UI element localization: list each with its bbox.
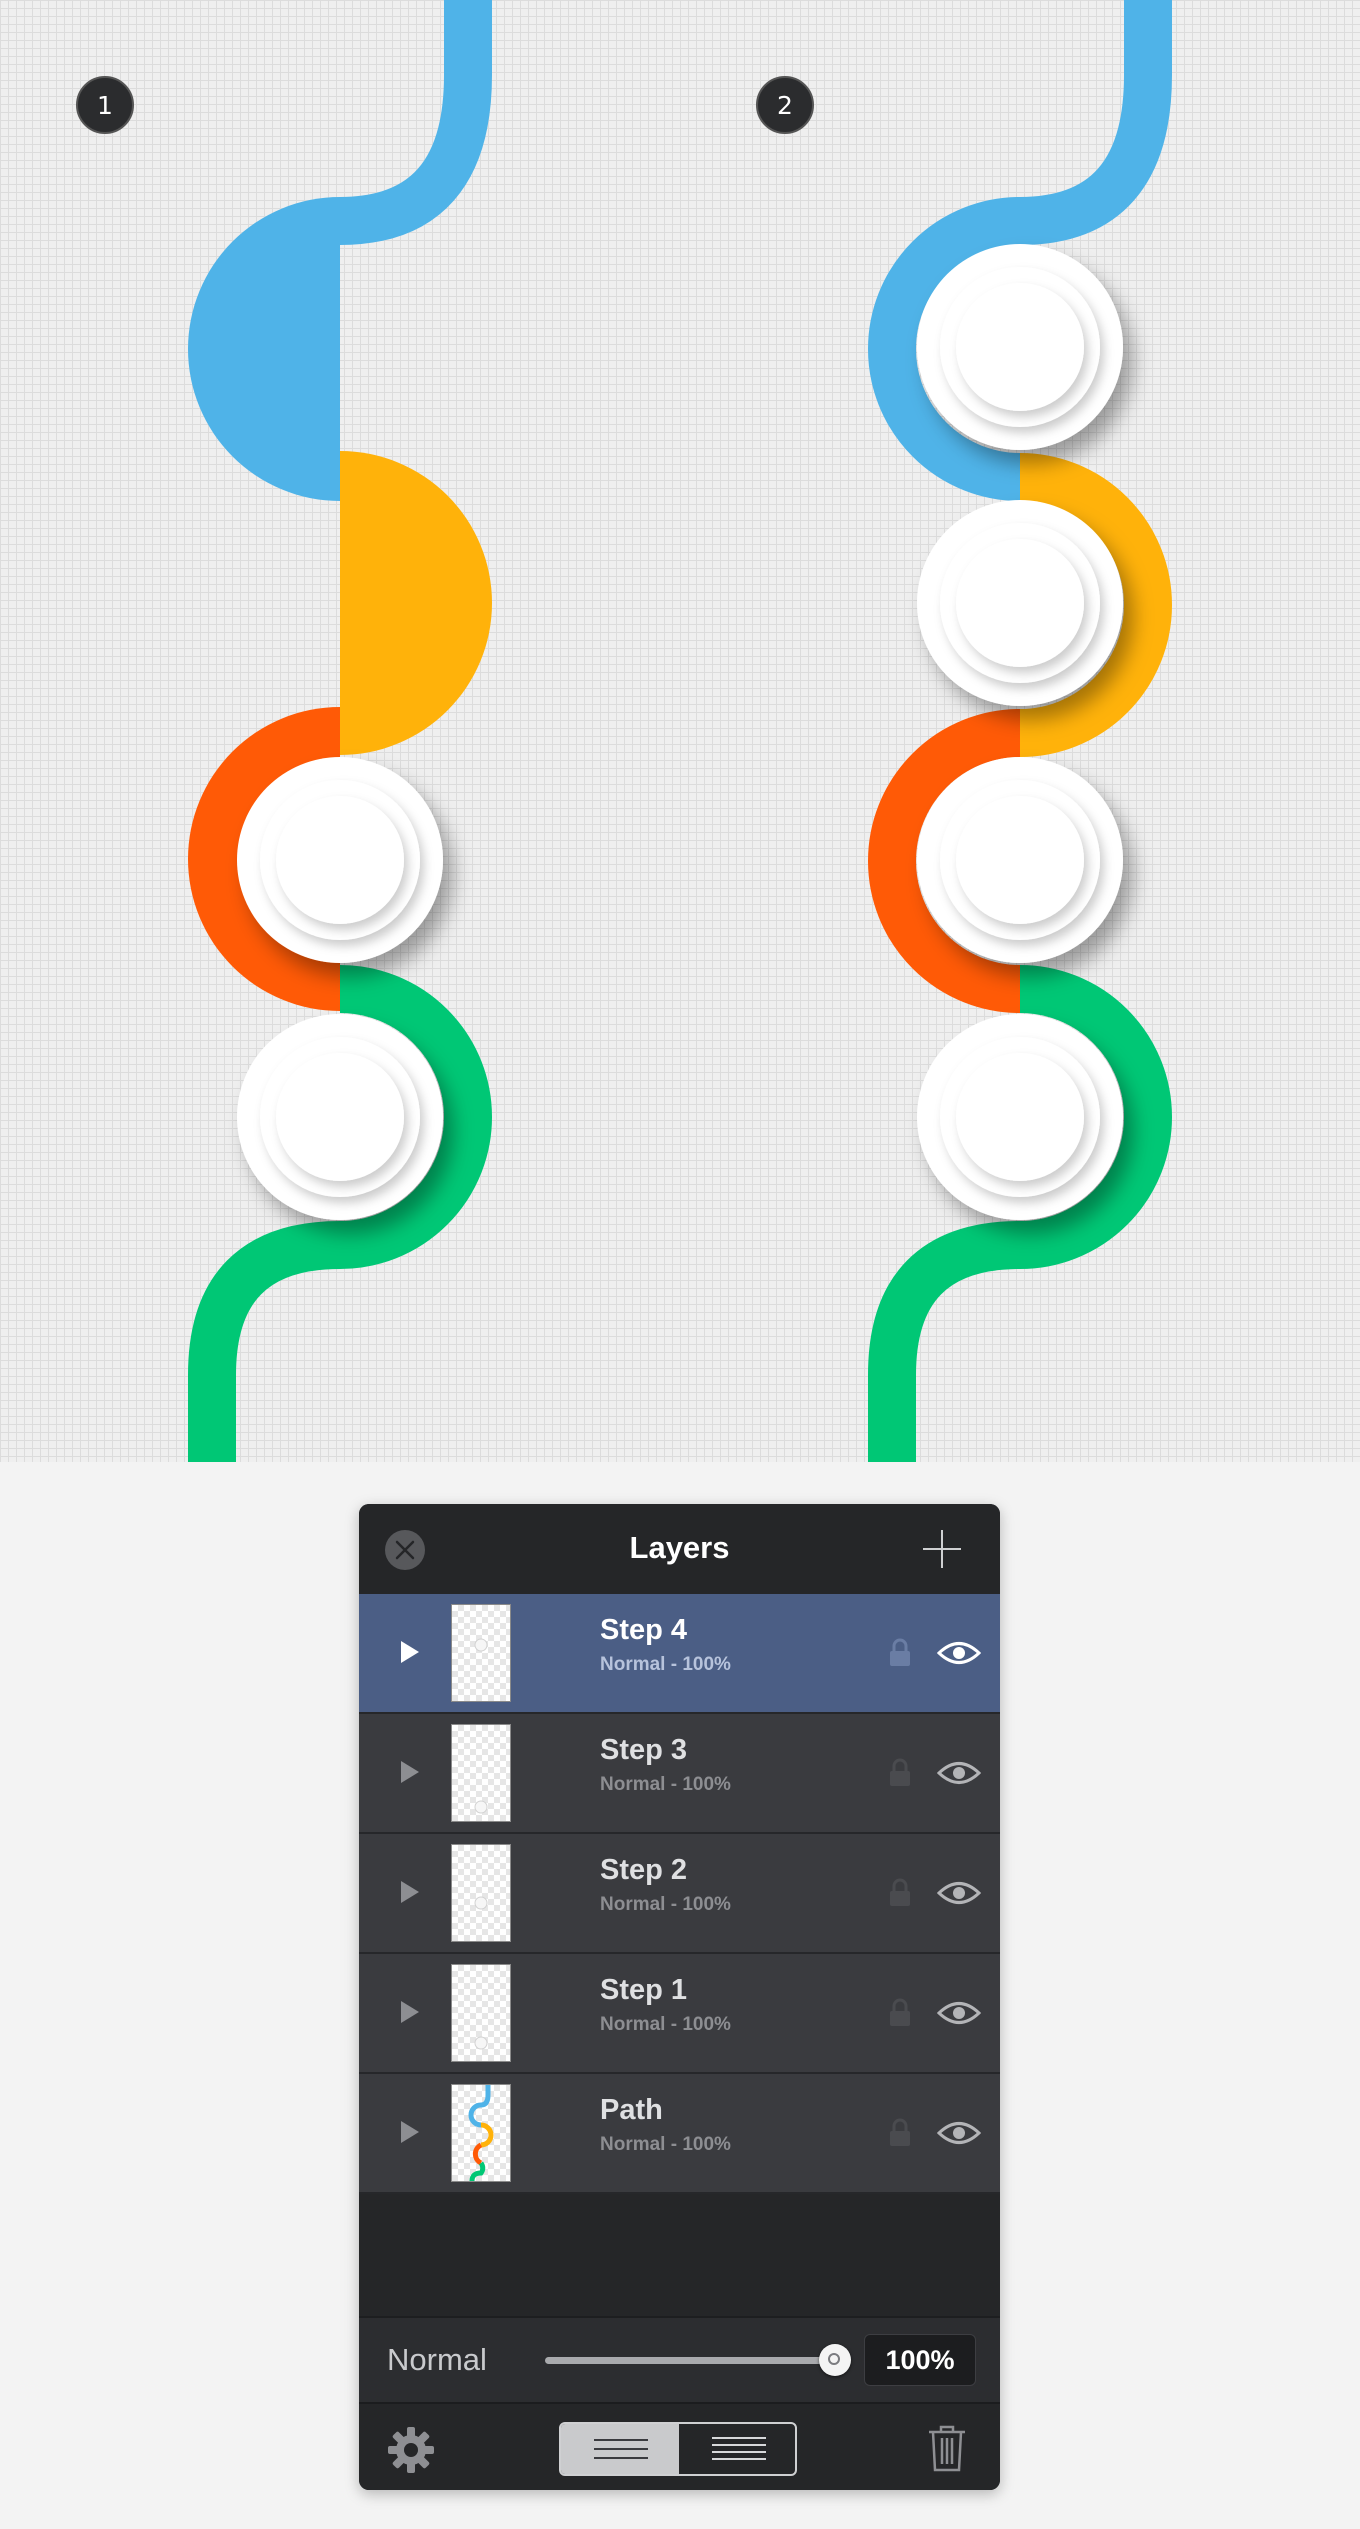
add-layer-button[interactable] bbox=[919, 1526, 965, 1572]
layer-row[interactable]: Step 4 Normal - 100% bbox=[359, 1594, 1000, 1714]
layer-row[interactable]: Step 2 Normal - 100% bbox=[359, 1834, 1000, 1954]
lock-icon[interactable] bbox=[887, 1998, 913, 2028]
list-view-icon bbox=[594, 2439, 648, 2459]
view-toggle bbox=[559, 2422, 797, 2476]
eye-icon[interactable] bbox=[937, 1758, 981, 1788]
yellow-half-circle bbox=[340, 451, 492, 755]
round-button-center bbox=[276, 796, 404, 924]
opacity-input[interactable]: 100% bbox=[864, 2334, 976, 2386]
round-button-center bbox=[956, 539, 1084, 667]
step-badge-2: 2 bbox=[756, 76, 814, 134]
opacity-slider-knob[interactable] bbox=[819, 2344, 851, 2376]
opacity-slider[interactable] bbox=[545, 2344, 851, 2378]
layer-name: Step 4 bbox=[600, 1614, 688, 1646]
delete-layer-button[interactable] bbox=[925, 2422, 969, 2474]
layer-row[interactable]: Step 3 Normal - 100% bbox=[359, 1714, 1000, 1834]
layers-panel: Layers Step 4 Normal - 100% Step 3 Normal -… bbox=[359, 1504, 1000, 2490]
blue-path-top bbox=[339, 0, 492, 245]
step-badge-1: 1 bbox=[76, 76, 134, 134]
eye-icon[interactable] bbox=[937, 1878, 981, 1908]
layer-row[interactable]: Path Normal - 100% bbox=[359, 2074, 1000, 2194]
settings-button[interactable] bbox=[385, 2424, 437, 2476]
lock-icon[interactable] bbox=[887, 1758, 913, 1788]
eye-icon[interactable] bbox=[937, 2118, 981, 2148]
expand-arrow-icon[interactable] bbox=[397, 1999, 421, 2025]
artboard-canvas: 1 2 bbox=[0, 0, 1360, 1462]
close-button[interactable] bbox=[385, 1530, 425, 1570]
lock-icon[interactable] bbox=[887, 1638, 913, 1668]
plus-icon bbox=[923, 1530, 961, 1568]
round-button-center bbox=[956, 796, 1084, 924]
opacity-slider-track bbox=[545, 2357, 835, 2364]
layer-blend-info: Normal - 100% bbox=[600, 2134, 731, 2155]
round-button-center bbox=[276, 1053, 404, 1181]
blue-path-top bbox=[1019, 0, 1172, 245]
layer-name: Step 3 bbox=[600, 1734, 688, 1766]
illustration-step-2 bbox=[868, 0, 1172, 1462]
panel-header: Layers bbox=[359, 1504, 1000, 1594]
illustration: 1 2 bbox=[76, 0, 1172, 1462]
list-view-icon bbox=[712, 2437, 766, 2460]
expand-arrow-icon[interactable] bbox=[397, 1759, 421, 1785]
layer-thumbnail bbox=[451, 1604, 511, 1702]
illustration-step-1 bbox=[188, 0, 492, 1462]
round-button-center bbox=[956, 1053, 1084, 1181]
blend-bar: Normal 100% bbox=[359, 2316, 1000, 2404]
layer-row[interactable]: Step 1 Normal - 100% bbox=[359, 1954, 1000, 2074]
view-toggle-expanded[interactable] bbox=[679, 2424, 795, 2474]
step-badge-label: 1 bbox=[97, 91, 113, 120]
layer-blend-info: Normal - 100% bbox=[600, 1654, 731, 1675]
eye-icon[interactable] bbox=[937, 1638, 981, 1668]
green-path-bottom bbox=[868, 1221, 1021, 1462]
step-badge-label: 2 bbox=[777, 91, 793, 120]
round-button-center bbox=[956, 283, 1084, 411]
green-path-bottom bbox=[188, 1221, 341, 1462]
layer-thumbnail bbox=[451, 1844, 511, 1942]
layer-blend-info: Normal - 100% bbox=[600, 1894, 731, 1915]
layer-list: Step 4 Normal - 100% Step 3 Normal - 100% St… bbox=[359, 1594, 1000, 2194]
expand-arrow-icon[interactable] bbox=[397, 2119, 421, 2145]
blend-mode-select[interactable]: Normal bbox=[387, 2342, 487, 2378]
trash-icon bbox=[929, 2425, 965, 2472]
view-toggle-compact[interactable] bbox=[561, 2424, 679, 2474]
gear-icon bbox=[388, 2427, 434, 2473]
close-icon bbox=[395, 1540, 415, 1560]
layer-name: Path bbox=[600, 2094, 663, 2126]
layer-thumbnail bbox=[451, 1964, 511, 2062]
expand-arrow-icon[interactable] bbox=[397, 1639, 421, 1665]
layer-name: Step 1 bbox=[600, 1974, 688, 2006]
layer-thumbnail bbox=[451, 2084, 511, 2182]
blue-half-circle bbox=[188, 197, 340, 501]
layer-blend-info: Normal - 100% bbox=[600, 1774, 731, 1795]
bottom-toolbar bbox=[359, 2402, 1000, 2490]
eye-icon[interactable] bbox=[937, 1998, 981, 2028]
layer-name: Step 2 bbox=[600, 1854, 688, 1886]
panel-title: Layers bbox=[629, 1530, 730, 1565]
expand-arrow-icon[interactable] bbox=[397, 1879, 421, 1905]
lock-icon[interactable] bbox=[887, 2118, 913, 2148]
layer-thumbnail bbox=[451, 1724, 511, 1822]
layer-blend-info: Normal - 100% bbox=[600, 2014, 731, 2035]
lock-icon[interactable] bbox=[887, 1878, 913, 1908]
